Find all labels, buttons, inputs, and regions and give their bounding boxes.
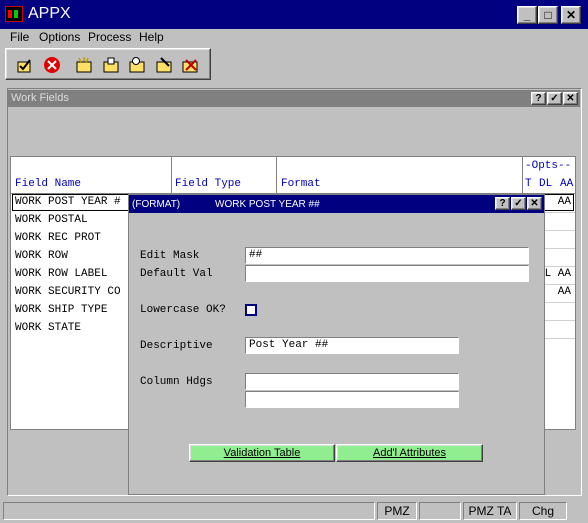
menu-file[interactable]: File	[10, 30, 29, 44]
menubar: File Options Process Help	[0, 29, 588, 46]
validation-table-button[interactable]: Validation Table	[189, 444, 335, 462]
dialog-ok-icon[interactable]: ✓	[511, 197, 526, 210]
column-hdgs-label: Column Hdgs	[140, 376, 213, 388]
cancel-icon[interactable]	[42, 55, 62, 75]
maximize-icon[interactable]: □	[538, 6, 558, 24]
table-row[interactable]: WORK STATE	[15, 322, 81, 334]
panel-title: Work Fields	[11, 92, 69, 104]
header-aa: AA	[560, 178, 574, 190]
descriptive-label: Descriptive	[140, 340, 213, 352]
dialog-help-icon[interactable]: ?	[495, 197, 510, 210]
table-row[interactable]: WORK POST YEAR #	[15, 196, 121, 208]
status-pane-main	[3, 502, 375, 520]
lowercase-checkbox[interactable]	[245, 304, 257, 316]
table-row[interactable]: WORK REC PROT	[15, 232, 101, 244]
header-format[interactable]: Format	[281, 178, 321, 190]
dialog-titlebar: (FORMAT) WORK POST YEAR ## ? ✓ ✕	[129, 195, 544, 213]
minimize-icon[interactable]: _	[517, 6, 537, 24]
header-t: T	[525, 178, 532, 190]
dialog-close-icon[interactable]: ✕	[527, 197, 542, 210]
column-hdg-field-1[interactable]	[245, 373, 459, 390]
delete-icon[interactable]	[180, 55, 200, 75]
select-icon[interactable]	[15, 55, 35, 75]
table-row[interactable]: WORK SHIP TYPE	[15, 304, 107, 316]
confirm-icon[interactable]: ✓	[547, 92, 562, 105]
header-field-name[interactable]: Field Name	[15, 178, 81, 190]
default-val-label: Default Val	[140, 268, 213, 280]
dialog-tag: (FORMAT)	[132, 199, 181, 210]
row-opts: L AA	[544, 268, 571, 280]
edit-mask-label: Edit Mask	[140, 250, 200, 262]
status-empty	[419, 502, 461, 520]
table-row[interactable]: WORK POSTAL	[15, 214, 88, 226]
open-icon[interactable]	[101, 55, 121, 75]
new-icon[interactable]	[74, 55, 94, 75]
table-row[interactable]: WORK SECURITY CO	[15, 286, 121, 298]
status-chg: Chg	[519, 502, 567, 520]
status-pmzta: PMZ TA	[463, 502, 517, 520]
lowercase-label: Lowercase OK?	[140, 304, 226, 316]
panel-titlebar: Work Fields ? ✓ ✕	[8, 90, 580, 107]
table-row[interactable]: WORK ROW LABEL	[15, 268, 107, 280]
descriptive-field[interactable]: Post Year ##	[245, 337, 459, 354]
row-opts: AA	[557, 196, 571, 208]
edit-icon[interactable]	[154, 55, 174, 75]
default-val-field[interactable]	[245, 265, 529, 282]
edit-mask-field[interactable]: ##	[245, 247, 529, 264]
row-opts: AA	[557, 286, 571, 298]
header-dl: DL	[539, 178, 553, 190]
table-row[interactable]: WORK ROW	[15, 250, 68, 262]
search-icon[interactable]	[127, 55, 147, 75]
status-pmz: PMZ	[377, 502, 417, 520]
menu-help[interactable]: Help	[139, 30, 164, 44]
dialog-title: WORK POST YEAR ##	[215, 199, 320, 210]
header-field-type[interactable]: Field Type	[175, 178, 241, 190]
menu-options[interactable]: Options	[39, 30, 80, 44]
window-titlebar: APPX _ □ ✕	[0, 0, 588, 29]
additional-attributes-button[interactable]: Add'l Attributes	[336, 444, 483, 462]
column-hdg-field-2[interactable]	[245, 391, 459, 408]
help-icon[interactable]: ?	[531, 92, 546, 105]
header-opts: -Opts--	[525, 160, 572, 172]
menu-process[interactable]: Process	[88, 30, 131, 44]
app-title: APPX	[28, 5, 71, 22]
panel-close-icon[interactable]: ✕	[563, 92, 578, 105]
app-logo-icon	[5, 6, 23, 22]
close-icon[interactable]: ✕	[561, 6, 581, 24]
